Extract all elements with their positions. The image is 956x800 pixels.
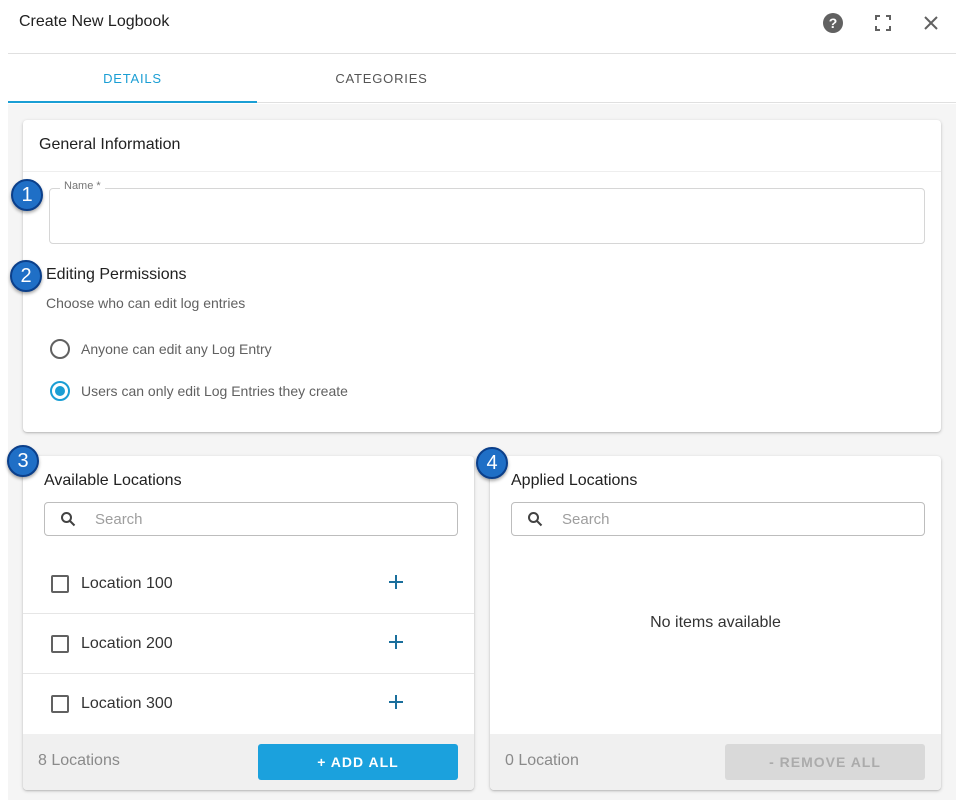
fullscreen-icon[interactable] [871, 11, 895, 35]
step-badge-3: 3 [7, 445, 39, 477]
location-label: Location 100 [81, 574, 173, 592]
applied-count: 0 Location [505, 752, 579, 769]
editing-permissions-subtitle: Choose who can edit log entries [46, 295, 246, 311]
radio-selected-icon[interactable] [50, 381, 70, 401]
step-badge-2: 2 [10, 260, 42, 292]
location-label: Location 200 [81, 634, 173, 652]
permission-option-own-only[interactable]: Users can only edit Log Entries they cre… [50, 379, 348, 403]
available-panel-footer: 8 Locations + ADD ALL [23, 734, 474, 790]
close-icon[interactable] [919, 11, 943, 35]
svg-text:?: ? [829, 15, 838, 31]
general-information-card: General Information Name * Editing Permi… [23, 120, 941, 432]
editing-permissions-title: Editing Permissions [46, 266, 187, 283]
permission-option-label: Users can only edit Log Entries they cre… [81, 383, 348, 399]
general-information-title: General Information [23, 120, 941, 172]
available-locations-title: Available Locations [44, 472, 182, 489]
add-location-plus-icon[interactable] [386, 692, 406, 712]
name-field[interactable]: Name * [49, 180, 925, 244]
applied-search-field[interactable] [511, 502, 925, 536]
empty-state-text: No items available [650, 614, 781, 631]
location-label: Location 300 [81, 695, 173, 712]
step-badge-1: 1 [11, 179, 43, 211]
remove-all-button[interactable]: - REMOVE ALL [725, 744, 925, 780]
name-input[interactable] [62, 209, 912, 233]
available-count: 8 Locations [38, 752, 120, 769]
permission-option-label: Anyone can edit any Log Entry [81, 341, 272, 357]
list-item: Location 100 [23, 554, 474, 614]
permission-option-anyone[interactable]: Anyone can edit any Log Entry [50, 337, 272, 361]
dialog-title: Create New Logbook [19, 13, 170, 30]
applied-panel-footer: 0 Location - REMOVE ALL [490, 734, 941, 790]
checkbox[interactable] [51, 634, 69, 653]
tab-categories[interactable]: CATEGORIES [257, 55, 506, 102]
search-icon [528, 512, 543, 527]
available-search-input[interactable] [95, 510, 395, 528]
add-all-button[interactable]: + ADD ALL [258, 744, 458, 780]
radio-unselected-icon[interactable] [50, 339, 70, 359]
applied-locations-title: Applied Locations [511, 472, 638, 489]
help-icon[interactable]: ? [821, 11, 845, 35]
add-location-plus-icon[interactable] [386, 572, 406, 592]
available-locations-list: Location 100 Location 200 Location 300 [23, 554, 474, 734]
search-icon [61, 512, 76, 527]
tab-details[interactable]: DETAILS [8, 55, 257, 103]
applied-search-input[interactable] [562, 510, 862, 528]
list-item: Location 200 [23, 614, 474, 674]
checkbox[interactable] [51, 695, 69, 713]
available-locations-panel: Available Locations Location 100 Locatio… [23, 456, 474, 790]
list-item: Location 300 [23, 674, 474, 734]
checkbox[interactable] [51, 574, 69, 593]
name-field-label: Name * [60, 180, 105, 192]
applied-locations-panel: Applied Locations No items available 0 L… [490, 456, 941, 790]
add-location-plus-icon[interactable] [386, 632, 406, 652]
available-search-field[interactable] [44, 502, 458, 536]
dialog-header: Create New Logbook ? [8, 0, 956, 54]
tab-bar: DETAILS CATEGORIES [8, 55, 956, 103]
step-badge-4: 4 [476, 447, 508, 479]
